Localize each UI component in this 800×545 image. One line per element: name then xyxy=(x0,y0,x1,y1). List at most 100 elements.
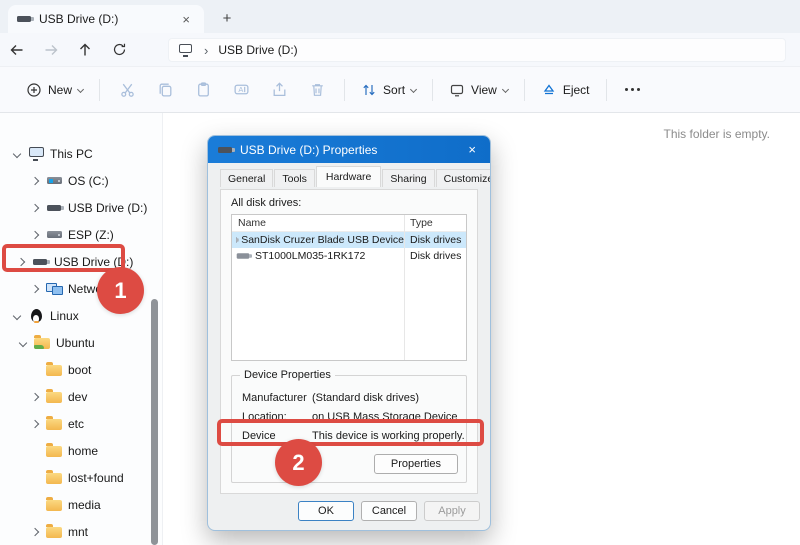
new-tab-button[interactable]: + xyxy=(216,7,238,29)
eject-button[interactable]: Eject xyxy=(533,76,598,104)
toolbar-divider xyxy=(99,79,100,101)
dialog-title: USB Drive (D:) Properties xyxy=(240,143,464,157)
tab-hardware[interactable]: Hardware xyxy=(316,166,382,187)
breadcrumb-path: USB Drive (D:) xyxy=(218,43,297,57)
window-tab-bar: USB Drive (D:) × + xyxy=(0,0,800,33)
copy-button[interactable] xyxy=(146,81,184,98)
view-icon xyxy=(449,82,465,98)
usb-drive-icon xyxy=(17,16,31,22)
tab-customize[interactable]: Customize xyxy=(436,169,491,187)
dialog-close-icon[interactable]: × xyxy=(464,142,480,157)
toolbar-divider xyxy=(432,79,433,101)
sidebar-item-boot[interactable]: boot xyxy=(0,356,162,383)
cancel-button[interactable]: Cancel xyxy=(361,501,417,521)
tab-close-icon[interactable]: × xyxy=(177,11,195,28)
chevron-collapsed-icon[interactable] xyxy=(31,230,39,238)
disk-drive-icon xyxy=(237,253,250,258)
usb-drive-icon xyxy=(218,147,232,153)
tab-tools[interactable]: Tools xyxy=(274,169,315,187)
up-button[interactable] xyxy=(68,42,102,58)
plus-circle-icon xyxy=(26,82,42,98)
apply-button[interactable]: Apply xyxy=(424,501,480,521)
share-button[interactable] xyxy=(260,81,298,98)
chevron-collapsed-icon[interactable] xyxy=(31,203,39,211)
forward-button[interactable] xyxy=(34,42,68,58)
sidebar-item-media[interactable]: media xyxy=(0,491,162,518)
folder-icon xyxy=(46,419,62,430)
esp-drive-icon xyxy=(47,231,62,238)
folder-icon xyxy=(46,527,62,538)
refresh-button[interactable] xyxy=(102,42,136,57)
new-button-label: New xyxy=(48,83,72,97)
sort-button-label: Sort xyxy=(383,83,405,97)
chevron-collapsed-icon[interactable] xyxy=(31,419,39,427)
list-row-st1000[interactable]: ST1000LM035-1RK172 Disk drives xyxy=(232,248,466,264)
eject-button-label: Eject xyxy=(563,83,590,97)
rename-button[interactable]: A xyxy=(222,81,260,98)
sidebar-item-usb-drive-d[interactable]: USB Drive (D:) xyxy=(0,194,162,221)
tab-sharing[interactable]: Sharing xyxy=(382,169,434,187)
chevron-expanded-icon[interactable] xyxy=(19,338,27,346)
back-button[interactable] xyxy=(0,42,34,58)
chevron-down-icon xyxy=(77,86,84,93)
os-drive-icon xyxy=(47,177,62,184)
folder-icon xyxy=(46,446,62,457)
ok-button[interactable]: OK xyxy=(298,501,354,521)
sidebar-item-home[interactable]: home xyxy=(0,437,162,464)
column-header-name[interactable]: Name xyxy=(232,217,404,229)
dialog-titlebar[interactable]: USB Drive (D:) Properties × xyxy=(208,136,490,163)
annotation-box-device-status xyxy=(217,419,484,446)
folder-icon xyxy=(46,392,62,403)
sidebar-item-os-c[interactable]: OS (C:) xyxy=(0,167,162,194)
dialog-tab-strip: General Tools Hardware Sharing Customize xyxy=(220,169,490,187)
toolbar-divider xyxy=(606,79,607,101)
sort-button[interactable]: Sort xyxy=(353,76,424,104)
new-button[interactable]: New xyxy=(18,76,91,104)
chevron-collapsed-icon[interactable] xyxy=(31,527,39,535)
drive-name: SanDisk Cruzer Blade USB Device xyxy=(241,234,404,246)
more-options-button[interactable] xyxy=(625,88,640,91)
column-header-type[interactable]: Type xyxy=(404,217,433,229)
drive-type: Disk drives xyxy=(404,234,461,246)
toolbar-divider xyxy=(524,79,525,101)
sidebar-item-lost-found[interactable]: lost+found xyxy=(0,464,162,491)
paste-button[interactable] xyxy=(184,81,222,98)
address-bar[interactable]: › USB Drive (D:) xyxy=(168,38,786,62)
cut-button[interactable] xyxy=(108,81,146,98)
navigation-bar: › USB Drive (D:) xyxy=(0,33,800,66)
field-value: (Standard disk drives) xyxy=(312,392,419,404)
chevron-down-icon xyxy=(410,86,417,93)
drive-type: Disk drives xyxy=(404,250,461,262)
eject-icon xyxy=(541,82,557,98)
sidebar-item-etc[interactable]: etc xyxy=(0,410,162,437)
disk-drives-list[interactable]: Name Type SanDisk Cruzer Blade USB Devic… xyxy=(231,214,467,361)
properties-dialog: USB Drive (D:) Properties × General Tool… xyxy=(207,135,491,531)
sidebar-item-dev[interactable]: dev xyxy=(0,383,162,410)
usb-drive-icon xyxy=(47,205,61,211)
folder-icon xyxy=(46,500,62,511)
explorer-tab[interactable]: USB Drive (D:) × xyxy=(8,5,204,33)
chevron-collapsed-icon[interactable] xyxy=(31,392,39,400)
view-button[interactable]: View xyxy=(441,76,516,104)
delete-button[interactable] xyxy=(298,81,336,98)
sidebar-scrollbar[interactable] xyxy=(151,299,158,545)
chevron-collapsed-icon[interactable] xyxy=(31,284,39,292)
chevron-expanded-icon[interactable] xyxy=(13,311,21,319)
folder-icon xyxy=(46,473,62,484)
dialog-footer: OK Cancel Apply xyxy=(208,492,490,530)
column-divider[interactable] xyxy=(404,215,405,360)
annotation-box-sidebar-usb xyxy=(2,244,125,272)
list-row-sandisk[interactable]: SanDisk Cruzer Blade USB Device Disk dri… xyxy=(232,232,466,248)
field-manufacturer: Manufacturer (Standard disk drives) xyxy=(232,388,466,407)
sidebar-item-ubuntu[interactable]: Ubuntu xyxy=(0,329,162,356)
svg-text:A: A xyxy=(238,85,243,94)
chevron-down-icon xyxy=(502,86,509,93)
tab-general[interactable]: General xyxy=(220,169,273,187)
all-disk-drives-label: All disk drives: xyxy=(231,197,301,209)
chevron-expanded-icon[interactable] xyxy=(13,149,21,157)
chevron-collapsed-icon[interactable] xyxy=(31,176,39,184)
sidebar-item-this-pc[interactable]: This PC xyxy=(0,140,162,167)
list-header: Name Type xyxy=(232,215,466,232)
properties-button[interactable]: Properties xyxy=(374,454,458,474)
sidebar-item-mnt[interactable]: mnt xyxy=(0,518,162,545)
